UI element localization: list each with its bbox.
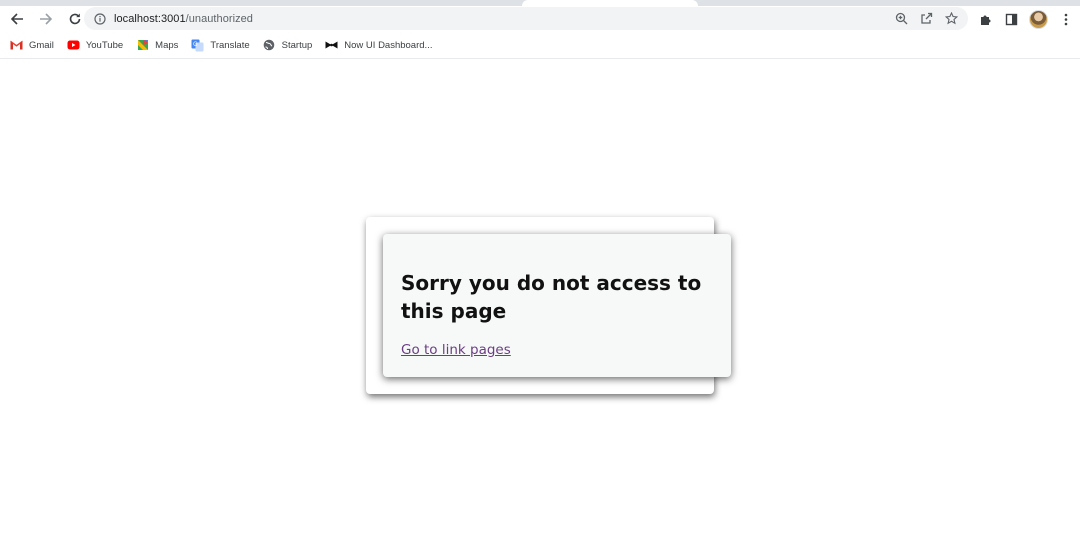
bookmark-startup[interactable]: Startup <box>263 39 313 52</box>
translate-icon: G <box>191 39 204 52</box>
globe-icon <box>263 39 276 52</box>
bookmark-translate[interactable]: G Translate <box>191 39 250 52</box>
forward-button[interactable] <box>34 7 58 31</box>
url-path: /unauthorized <box>185 12 253 25</box>
unauthorized-card: Sorry you do not access to this page Go … <box>383 234 731 377</box>
browser-toolbar: localhost:3001/unauthorized <box>0 6 1080 32</box>
share-icon[interactable] <box>918 10 935 27</box>
bookmark-label: Gmail <box>29 39 54 51</box>
bookmark-maps[interactable]: Maps <box>136 39 178 52</box>
arrow-right-icon <box>40 13 53 25</box>
bookmark-label: Maps <box>155 39 179 51</box>
maps-icon <box>136 39 149 52</box>
reload-icon <box>69 13 81 25</box>
bowtie-icon <box>325 39 338 52</box>
profile-avatar[interactable] <box>1029 9 1048 29</box>
info-icon[interactable] <box>93 12 107 26</box>
gmail-icon <box>10 39 23 52</box>
side-panel-icon[interactable] <box>1003 11 1020 28</box>
star-icon[interactable] <box>943 10 960 27</box>
url-text[interactable]: localhost:3001/unauthorized <box>114 13 253 25</box>
bookmark-youtube[interactable]: YouTube <box>67 39 123 52</box>
url-host: localhost:3001 <box>114 12 186 25</box>
youtube-icon <box>67 39 80 52</box>
zoom-icon[interactable] <box>893 10 910 27</box>
go-to-link-pages-link[interactable]: Go to link pages <box>401 342 511 358</box>
bookmark-label: Startup <box>281 39 313 51</box>
arrow-left-icon <box>10 13 23 25</box>
unauthorized-heading: Sorry you do not access to this page <box>401 271 702 323</box>
bookmark-label: Translate <box>210 39 250 51</box>
back-button[interactable] <box>5 7 29 31</box>
bookmark-label: YouTube <box>85 39 124 51</box>
address-bar[interactable]: localhost:3001/unauthorized <box>84 7 968 30</box>
page-content: Sorry you do not access to this page Go … <box>0 59 1080 546</box>
bookmark-now-ui-dashboard[interactable]: Now UI Dashboard... <box>325 39 432 52</box>
bookmarks-bar: Gmail YouTube Maps G Translate Startup N… <box>0 32 1080 59</box>
svg-text:G: G <box>193 41 198 48</box>
kebab-menu-icon[interactable] <box>1057 11 1074 28</box>
puzzle-icon[interactable] <box>977 11 994 28</box>
bookmark-label: Now UI Dashboard... <box>344 39 433 51</box>
bookmark-gmail[interactable]: Gmail <box>10 39 54 52</box>
